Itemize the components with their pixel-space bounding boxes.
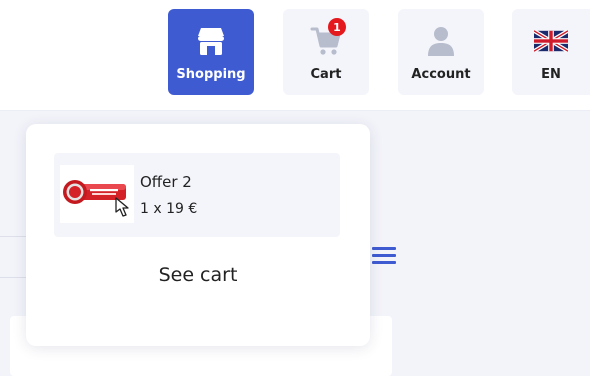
header-bar: Shopping 1 Cart Account EN: [0, 0, 590, 111]
uk-flag-icon: [533, 24, 569, 58]
cart-item-name: Offer 2: [140, 173, 192, 191]
store-icon: [193, 24, 229, 58]
nav-account-button[interactable]: Account: [398, 9, 484, 95]
buy-now-button-image: [60, 165, 134, 223]
nav-cart-label: Cart: [310, 67, 342, 82]
cart-count-badge: 1: [328, 18, 346, 36]
nav-shopping-button[interactable]: Shopping: [168, 9, 254, 95]
nav-language-label: EN: [541, 67, 561, 82]
cart-item[interactable]: Offer 2 1 x 19 €: [54, 153, 340, 237]
cart-icon: 1: [308, 18, 346, 58]
nav-cart-button[interactable]: 1 Cart: [283, 9, 369, 95]
user-icon: [423, 24, 459, 58]
cart-item-quantity-price: 1 x 19 €: [140, 201, 198, 217]
cart-dropdown: Offer 2 1 x 19 € See cart: [26, 124, 370, 346]
nav-account-label: Account: [411, 67, 471, 82]
menu-icon[interactable]: [372, 247, 396, 265]
see-cart-link[interactable]: See cart: [26, 264, 370, 286]
language-selector-button[interactable]: EN: [512, 9, 590, 95]
nav-shopping-label: Shopping: [176, 67, 246, 82]
